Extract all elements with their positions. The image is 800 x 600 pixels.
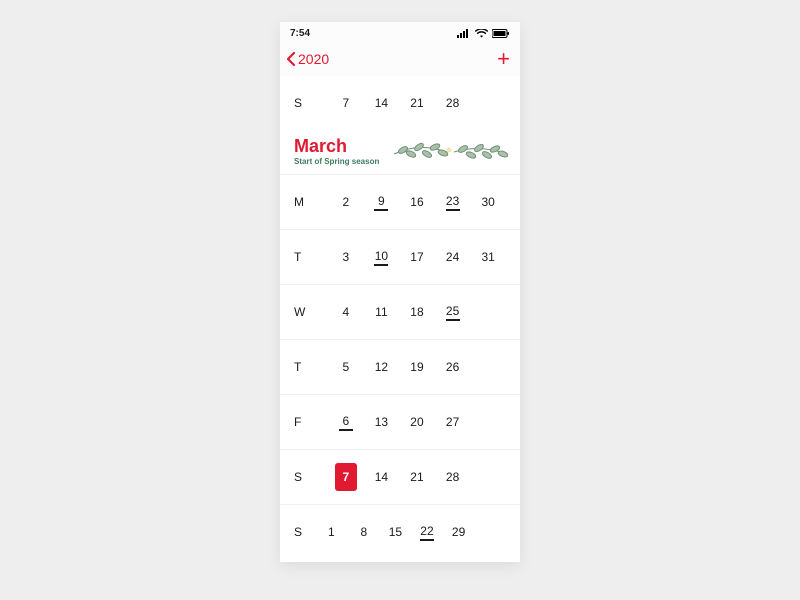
cellular-icon [457, 29, 471, 38]
weekday-label: S [294, 525, 328, 539]
day-cell[interactable] [470, 464, 506, 490]
day-cell[interactable]: 21 [399, 90, 435, 116]
day-cell[interactable]: 28 [435, 464, 471, 490]
nav-bar: 2020 + [280, 44, 520, 76]
day-cell[interactable]: 12 [364, 354, 400, 380]
weekday-label: F [294, 415, 328, 429]
day-cell[interactable]: 9 [364, 188, 400, 217]
weekday-row-mon: M 2 9 16 23 30 [280, 175, 520, 230]
back-button[interactable]: 2020 [286, 51, 329, 67]
day-cell[interactable]: 16 [399, 189, 435, 215]
day-cell[interactable] [470, 409, 506, 435]
month-banner: March Start of Spring season [280, 130, 520, 175]
day-cell[interactable] [470, 90, 506, 116]
back-label: 2020 [298, 51, 329, 67]
weekday-row-wed: W 4 11 18 25 [280, 285, 520, 340]
day-cell[interactable]: 6 [328, 408, 364, 437]
plus-icon: + [497, 46, 510, 71]
day-cell[interactable]: 1 [328, 519, 348, 545]
weekday-row-thu: T 5 12 19 26 [280, 340, 520, 395]
day-cell[interactable]: 4 [328, 299, 364, 325]
day-cell[interactable]: 15 [380, 519, 412, 545]
day-cell[interactable]: 18 [399, 299, 435, 325]
day-cell[interactable]: 19 [399, 354, 435, 380]
weekday-label: T [294, 360, 328, 374]
day-cell[interactable]: 23 [435, 188, 471, 217]
day-cell[interactable]: 28 [435, 90, 471, 116]
day-cell[interactable]: 26 [435, 354, 471, 380]
day-cell[interactable]: 5 [328, 354, 364, 380]
month-subtitle: Start of Spring season [294, 157, 379, 166]
spring-leaves-icon [389, 136, 509, 166]
weekday-row-sun: S 1 8 15 22 29 [280, 505, 520, 559]
weekday-row-fri: F 6 13 20 27 [280, 395, 520, 450]
wifi-icon [475, 29, 488, 38]
chevron-left-icon [286, 52, 296, 66]
weekday-label: S [294, 470, 328, 484]
day-cell[interactable]: 31 [470, 244, 506, 270]
day-cell[interactable]: 14 [364, 90, 400, 116]
day-cell[interactable]: 3 [328, 244, 364, 270]
day-cell[interactable]: 25 [435, 298, 471, 327]
day-cell[interactable]: 8 [348, 519, 380, 545]
day-cell[interactable]: 30 [470, 189, 506, 215]
weekday-row-tue: T 3 10 17 24 31 [280, 230, 520, 285]
day-cell[interactable]: 21 [399, 464, 435, 490]
battery-icon [492, 29, 510, 38]
day-cell[interactable]: 27 [435, 409, 471, 435]
day-cell[interactable] [470, 354, 506, 380]
month-title: March [294, 137, 379, 155]
add-button[interactable]: + [497, 48, 510, 70]
phone-frame: 7:54 [280, 22, 520, 562]
calendar: S 7 14 21 28 March Start of Spring seaso… [280, 76, 520, 559]
weekday-label: S [294, 96, 328, 110]
weekday-label: W [294, 305, 328, 319]
day-cell[interactable]: 29 [443, 519, 475, 545]
status-indicators [457, 29, 510, 38]
weekday-label: M [294, 195, 328, 209]
day-cell[interactable]: 24 [435, 244, 471, 270]
day-cell[interactable]: 2 [328, 189, 364, 215]
day-cell[interactable]: 7 [328, 90, 364, 116]
weekday-row-sat-top: S 7 14 21 28 [280, 76, 520, 130]
day-cell-selected[interactable]: 7 [328, 457, 364, 497]
day-cell[interactable]: 10 [364, 243, 400, 272]
day-cell[interactable]: 13 [364, 409, 400, 435]
day-cell[interactable]: 14 [364, 464, 400, 490]
status-bar: 7:54 [280, 22, 520, 44]
day-cell[interactable]: 22 [411, 518, 443, 547]
day-cell[interactable]: 20 [399, 409, 435, 435]
day-cell[interactable] [470, 299, 506, 325]
day-cell[interactable] [474, 519, 506, 545]
status-time: 7:54 [290, 28, 310, 39]
day-cell[interactable]: 11 [364, 299, 400, 325]
day-cell[interactable]: 17 [399, 244, 435, 270]
weekday-label: T [294, 250, 328, 264]
weekday-row-sat: S 7 14 21 28 [280, 450, 520, 505]
